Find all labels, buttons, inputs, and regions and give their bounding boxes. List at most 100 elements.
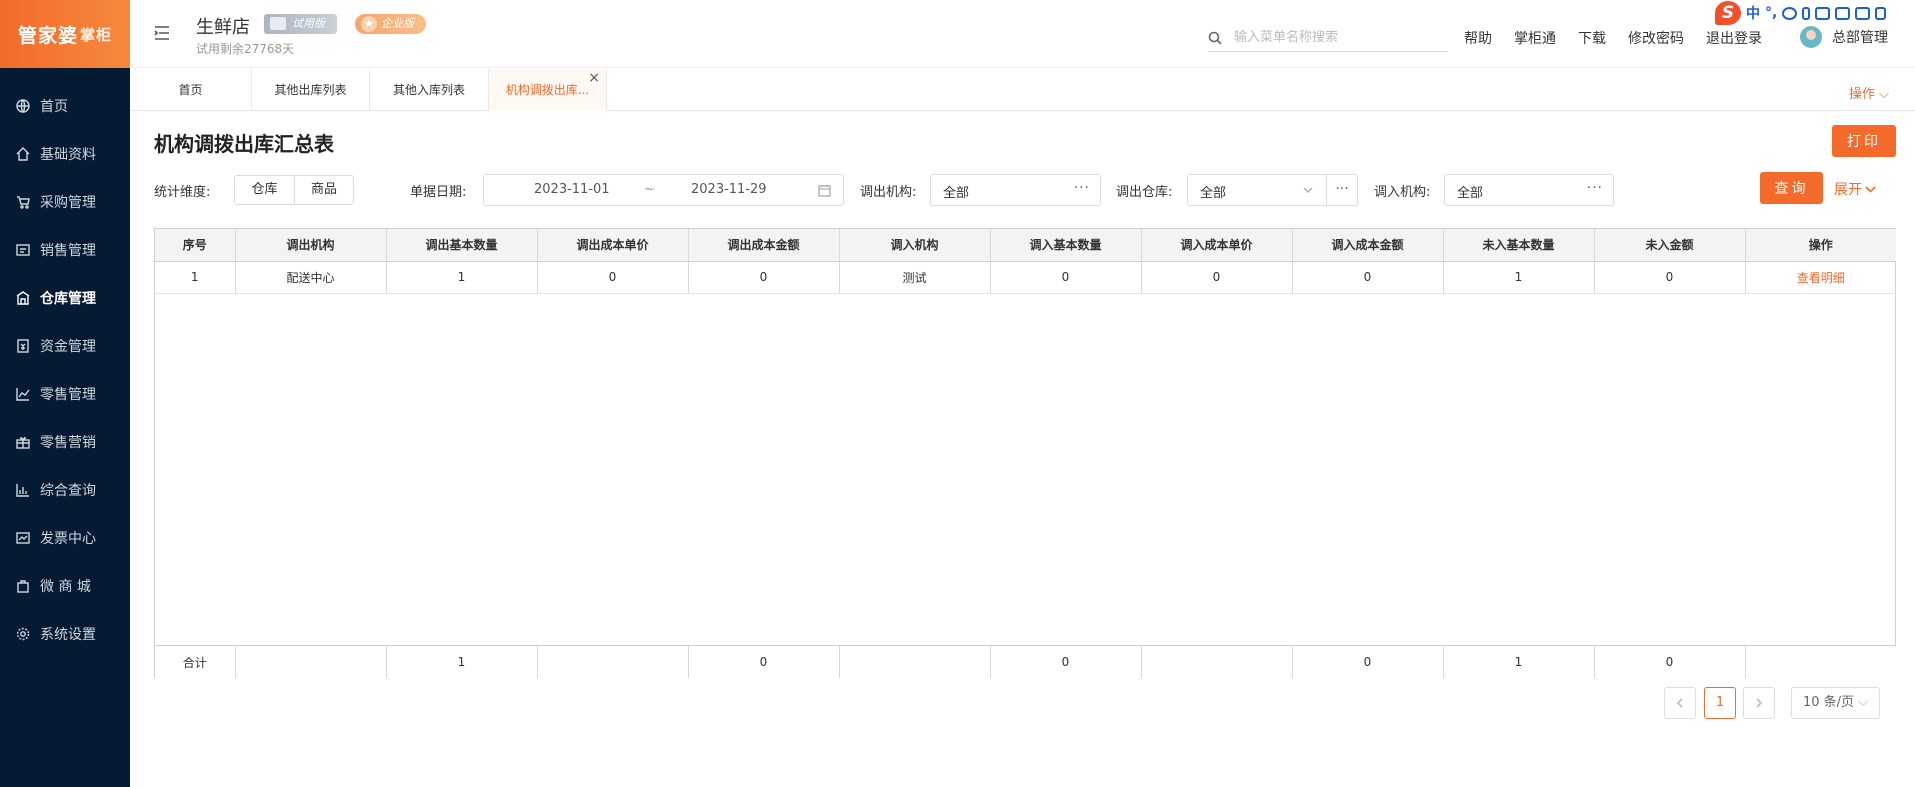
- menu-search: [1208, 24, 1448, 52]
- in-org-value: 全部: [1457, 186, 1484, 201]
- expand-filters-toggle[interactable]: 展开: [1834, 179, 1876, 199]
- download-link[interactable]: 下载: [1578, 28, 1606, 48]
- col-in-unit-cost[interactable]: 调入成本单价: [1141, 229, 1293, 262]
- col-pending-qty[interactable]: 未入基本数量: [1443, 229, 1595, 262]
- user-menu[interactable]: 总部管理: [1800, 26, 1888, 48]
- next-page-button[interactable]: [1743, 687, 1775, 719]
- tab-org-transfer-out[interactable]: 机构调拨出库... ×: [489, 69, 607, 111]
- invoice-icon: [16, 531, 30, 545]
- home-icon: [16, 147, 30, 161]
- total-out-unit-cost: [537, 646, 689, 678]
- date-end[interactable]: 2023-11-29: [691, 182, 767, 197]
- tab-home[interactable]: 首页: [130, 69, 252, 111]
- sidebar-item-purchase[interactable]: 采购管理: [0, 178, 130, 226]
- star-icon: ★: [361, 16, 377, 32]
- sidebar-item-invoice[interactable]: 发票中心: [0, 514, 130, 562]
- sidebar-item-funds[interactable]: 资金管理: [0, 322, 130, 370]
- sidebar-item-sales[interactable]: 销售管理: [0, 226, 130, 274]
- tab-label: 机构调拨出库...: [505, 83, 590, 97]
- more-icon[interactable]: ···: [1074, 180, 1090, 196]
- sidebar-item-warehouse[interactable]: 仓库管理: [0, 274, 130, 322]
- chevron-right-icon: [1756, 698, 1763, 708]
- sidebar-item-query[interactable]: 综合查询: [0, 466, 130, 514]
- page-number-current[interactable]: 1: [1704, 687, 1736, 719]
- dimension-warehouse-option[interactable]: 仓库: [235, 176, 294, 204]
- microphone-icon[interactable]: [1802, 6, 1811, 20]
- close-icon[interactable]: ×: [588, 57, 600, 99]
- date-range-picker[interactable]: 2023-11-01 ~ 2023-11-29: [483, 174, 844, 206]
- tab-other-inbound-list[interactable]: 其他入库列表: [370, 69, 489, 111]
- query-button[interactable]: 查询: [1760, 172, 1823, 204]
- top-header: 生鲜店 试用版 ★ 企业版 试用剩余27768天 帮助 掌柜通 下载 修改密码 退…: [130, 0, 1915, 68]
- sidebar-item-basic-data[interactable]: 基础资料: [0, 130, 130, 178]
- chevron-down-icon: [1865, 185, 1876, 193]
- dimension-product-option[interactable]: 商品: [294, 176, 353, 204]
- menu-search-input[interactable]: [1234, 30, 1434, 45]
- page-size-value: 10 条/页: [1802, 695, 1855, 710]
- table-row[interactable]: 1 配送中心 1 0 0 测试 0 0 0 1 0 查看明细: [155, 261, 1896, 294]
- table-header-row: 序号 调出机构 调出基本数量 调出成本单价 调出成本金额 调入机构 调入基本数量…: [155, 229, 1896, 262]
- zhanggui-tong-link[interactable]: 掌柜通: [1514, 28, 1556, 48]
- col-out-org[interactable]: 调出机构: [235, 229, 387, 262]
- tools-icon[interactable]: [1835, 6, 1851, 20]
- cell-in-unit-cost: 0: [1141, 261, 1293, 294]
- sidebar-item-home[interactable]: 首页: [0, 82, 130, 130]
- page-size-select[interactable]: 10 条/页 ⌵: [1791, 687, 1880, 719]
- cell-out-unit-cost: 0: [537, 261, 689, 294]
- tab-operations-dropdown[interactable]: 操作 ⌵: [1849, 83, 1889, 102]
- calendar-icon: [818, 184, 831, 197]
- ime-chinese-mode[interactable]: 中: [1746, 3, 1760, 23]
- col-in-cost-amount[interactable]: 调入成本金额: [1292, 229, 1444, 262]
- out-warehouse-select[interactable]: 全部: [1187, 174, 1327, 206]
- col-out-cost-amount[interactable]: 调出成本金额: [688, 229, 840, 262]
- sogou-logo[interactable]: S: [1715, 1, 1741, 25]
- in-org-label: 调入机构:: [1374, 185, 1431, 200]
- table-totals: 合计 1 0 0 0 1 0: [155, 645, 1896, 678]
- ime-punctuation[interactable]: °,: [1765, 5, 1777, 21]
- shirt-icon[interactable]: [1855, 6, 1871, 20]
- total-pending-qty: 1: [1443, 646, 1595, 678]
- emoji-icon[interactable]: [1782, 6, 1798, 20]
- col-index[interactable]: 序号: [155, 229, 236, 262]
- sidebar-item-marketing[interactable]: 零售营销: [0, 418, 130, 466]
- sidebar-item-mall[interactable]: 微 商 城: [0, 562, 130, 610]
- store-name: 生鲜店: [196, 17, 250, 38]
- sidebar-item-label: 发票中心: [40, 531, 96, 547]
- out-org-select[interactable]: 全部 ···: [930, 174, 1101, 206]
- cell-pending-qty: 1: [1443, 261, 1595, 294]
- money-icon: [16, 339, 30, 353]
- col-out-qty[interactable]: 调出基本数量: [386, 229, 538, 262]
- grid-icon[interactable]: [1875, 6, 1887, 20]
- keyboard-icon[interactable]: [1815, 6, 1831, 20]
- out-warehouse-more-button[interactable]: ···: [1326, 174, 1358, 206]
- chevron-down-icon: ⌵: [1879, 87, 1889, 102]
- date-start[interactable]: 2023-11-01: [534, 182, 610, 197]
- total-out-qty: 1: [386, 646, 538, 678]
- trial-badge: 试用版: [264, 14, 337, 34]
- chart-icon: [16, 387, 30, 401]
- col-out-unit-cost[interactable]: 调出成本单价: [537, 229, 689, 262]
- menu-toggle-icon[interactable]: [154, 26, 170, 40]
- view-detail-link[interactable]: 查看明细: [1745, 261, 1896, 294]
- sidebar-item-label: 零售营销: [40, 435, 96, 451]
- page-tabs: 首页 其他出库列表 其他入库列表 机构调拨出库... × 操作 ⌵: [130, 69, 1915, 111]
- total-pending-amount: 0: [1594, 646, 1746, 678]
- col-pending-amount[interactable]: 未入金额: [1594, 229, 1746, 262]
- sidebar-item-retail[interactable]: 零售管理: [0, 370, 130, 418]
- bag-icon: [16, 579, 30, 593]
- help-link[interactable]: 帮助: [1464, 28, 1492, 48]
- col-in-qty[interactable]: 调入基本数量: [990, 229, 1142, 262]
- out-warehouse-value: 全部: [1200, 186, 1227, 201]
- total-in-unit-cost: [1141, 646, 1293, 678]
- print-button[interactable]: 打印: [1832, 125, 1896, 157]
- prev-page-button[interactable]: [1664, 687, 1696, 719]
- sidebar-item-label: 销售管理: [40, 243, 96, 259]
- tab-other-outbound-list[interactable]: 其他出库列表: [252, 69, 370, 111]
- logout-link[interactable]: 退出登录: [1706, 28, 1762, 48]
- in-org-select[interactable]: 全部 ···: [1444, 174, 1614, 206]
- col-in-org[interactable]: 调入机构: [839, 229, 991, 262]
- more-icon[interactable]: ···: [1587, 180, 1603, 196]
- summary-table: 序号 调出机构 调出基本数量 调出成本单价 调出成本金额 调入机构 调入基本数量…: [154, 228, 1896, 678]
- sidebar-item-settings[interactable]: 系统设置: [0, 610, 130, 658]
- change-password-link[interactable]: 修改密码: [1628, 28, 1684, 48]
